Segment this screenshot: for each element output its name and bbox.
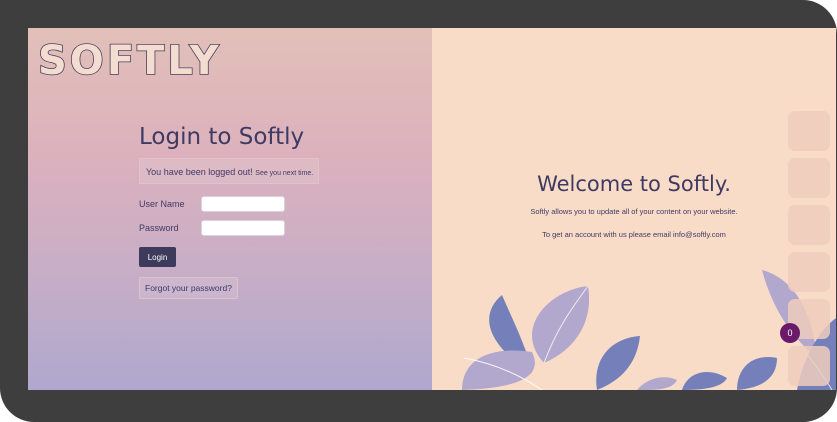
leaf-shape (682, 371, 727, 390)
logo-text: SOFTLY (38, 38, 222, 84)
username-input[interactable] (201, 196, 285, 212)
login-title: Login to Softly (139, 124, 305, 150)
login-button[interactable]: Login (139, 247, 176, 267)
logout-notice: You have been logged out! See you next t… (139, 158, 319, 184)
leaf-shape (462, 350, 535, 390)
username-label: User Name (139, 199, 185, 209)
welcome-panel: Welcome to Softly. Softly allows you to … (432, 28, 836, 390)
password-label: Password (139, 223, 179, 233)
side-tab[interactable] (788, 158, 830, 198)
notice-small-text: See you next time. (255, 170, 314, 177)
device-frame: SOFTLY Login to Softly You have been log… (0, 0, 837, 422)
leaf-shape (596, 336, 640, 390)
welcome-title: Welcome to Softly. (537, 172, 731, 196)
side-tab[interactable] (788, 346, 830, 386)
leaf-shape (532, 286, 590, 363)
screen: SOFTLY Login to Softly You have been log… (28, 28, 836, 390)
softly-logo: SOFTLY (38, 37, 222, 84)
login-panel: SOFTLY Login to Softly You have been log… (28, 28, 432, 390)
contact-text: To get an account with us please email i… (542, 230, 726, 239)
password-input[interactable] (201, 220, 285, 236)
side-tab[interactable] (788, 111, 830, 151)
forgot-password-button[interactable]: Forgot your password? (139, 277, 238, 299)
welcome-description: Softly allows you to update all of your … (530, 207, 738, 216)
notice-main-text: You have been logged out! (146, 167, 253, 177)
side-tab[interactable] (788, 205, 830, 245)
leaf-shape (737, 357, 777, 390)
leaf-shape (637, 377, 677, 390)
side-tab[interactable] (788, 252, 830, 292)
notification-badge[interactable]: 0 (780, 323, 800, 343)
